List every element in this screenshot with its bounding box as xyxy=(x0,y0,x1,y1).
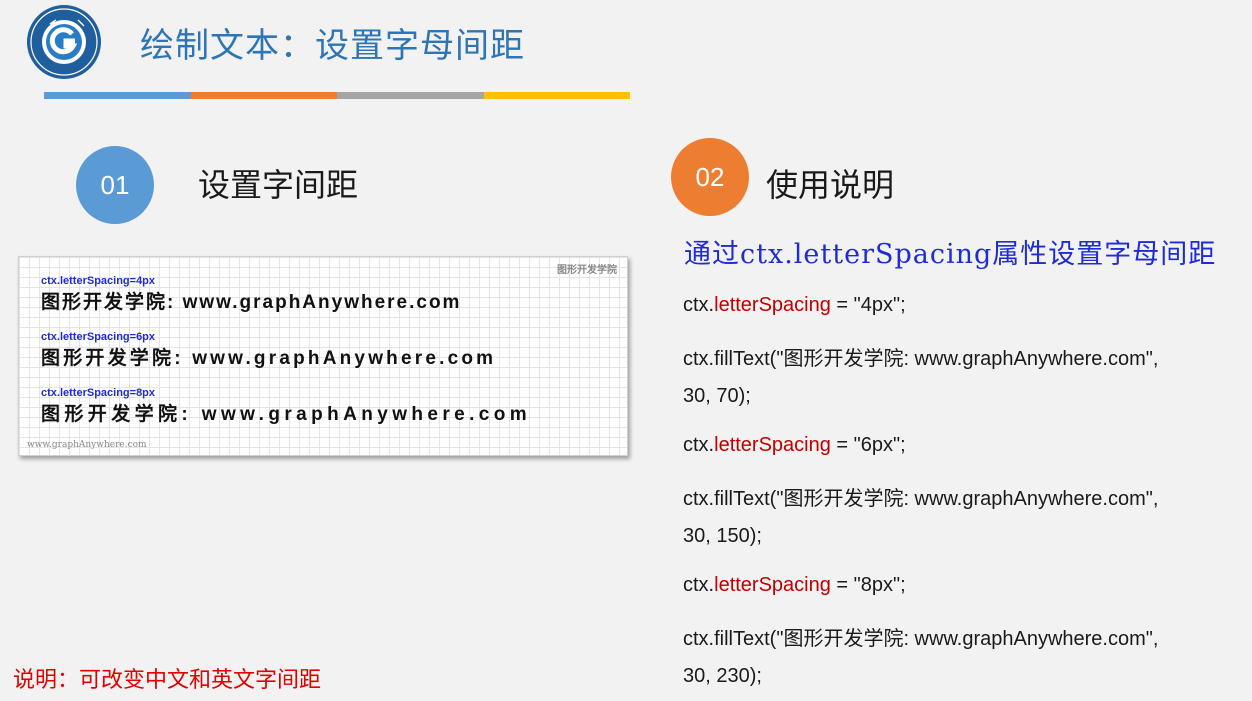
underline-segment-orange xyxy=(190,92,337,99)
demo-caption: ctx.letterSpacing=4px xyxy=(41,275,156,287)
demo-sample-text: 图形开发学院: www.graphAnywhere.com xyxy=(41,404,532,425)
code-line: 30, 150); xyxy=(683,525,762,547)
section-number-badge: 01 xyxy=(76,146,154,224)
code-line: ctx.letterSpacing = "6px"; xyxy=(683,434,906,457)
code-keyword: letterSpacing xyxy=(714,294,831,316)
demo-caption: ctx.letterSpacing=6px xyxy=(41,331,156,343)
demo-canvas-image: 图形开发学院 ctx.letterSpacing=4px 图形开发学院: www… xyxy=(18,256,628,456)
code-line: ctx.letterSpacing = "4px"; xyxy=(683,294,906,317)
underline-segment-blue xyxy=(44,92,191,99)
underline-segment-gray xyxy=(337,92,484,99)
section-title: 设置字间距 xyxy=(198,167,359,203)
section-number-badge: 02 xyxy=(671,138,749,216)
code-keyword: letterSpacing xyxy=(714,574,831,596)
code-line: ctx.fillText("图形开发学院: www.graphAnywhere.… xyxy=(683,348,1159,370)
code-text: ctx. xyxy=(683,294,715,316)
title-underline xyxy=(44,92,630,99)
demo-watermark-top: 图形开发学院 xyxy=(557,265,617,276)
code-keyword: letterSpacing xyxy=(714,434,831,456)
code-line: 30, 70); xyxy=(683,385,751,407)
code-text: ctx. xyxy=(683,434,715,456)
code-line: ctx.fillText("图形开发学院: www.graphAnywhere.… xyxy=(683,488,1159,510)
demo-sample-text: 图形开发学院: www.graphAnywhere.com xyxy=(41,292,462,313)
usage-heading: 通过ctx.letterSpacing属性设置字母间距 xyxy=(684,239,1217,270)
code-text: ctx. xyxy=(683,574,715,596)
footnote: 说明：可改变中文和英文字间距 xyxy=(13,667,322,692)
page-title: 绘制文本：设置字母间距 xyxy=(140,27,525,65)
code-text: = "6px"; xyxy=(830,434,906,456)
underline-segment-yellow xyxy=(483,92,630,99)
code-text: = "4px"; xyxy=(830,294,906,316)
demo-watermark-bottom: www.graphAnywhere.com xyxy=(27,440,147,450)
code-line: ctx.fillText("图形开发学院: www.graphAnywhere.… xyxy=(683,628,1159,650)
code-line: ctx.letterSpacing = "8px"; xyxy=(683,574,906,597)
demo-sample-text: 图形开发学院: www.graphAnywhere.com xyxy=(41,348,497,369)
logo-icon xyxy=(27,5,101,79)
section-title: 使用说明 xyxy=(766,167,895,203)
code-line: 30, 230); xyxy=(683,665,762,687)
demo-caption: ctx.letterSpacing=8px xyxy=(41,387,156,399)
code-text: = "8px"; xyxy=(830,574,906,596)
